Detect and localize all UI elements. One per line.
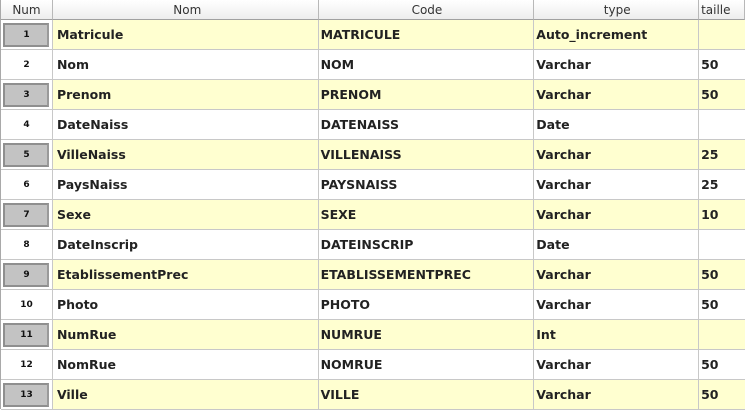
row-header-cell[interactable]: 6 — [1, 170, 53, 200]
row-header-cell[interactable]: 13 — [1, 380, 53, 410]
column-header-code[interactable]: Code — [318, 0, 535, 20]
cell-taille[interactable]: 50 — [699, 380, 745, 410]
row-header-cell[interactable]: 3 — [1, 80, 53, 110]
cell-type[interactable]: Varchar — [534, 170, 700, 200]
cell-code[interactable]: PAYSNAISS — [318, 170, 535, 200]
cell-code[interactable]: VILLE — [318, 380, 535, 410]
row-header-cell[interactable]: 9 — [1, 260, 53, 290]
table-header-row: Num Nom Code type taille — [1, 0, 745, 20]
cell-nom[interactable]: Photo — [52, 290, 319, 320]
cell-taille[interactable]: 50 — [699, 50, 745, 80]
cell-type[interactable]: Auto_increment — [534, 20, 700, 50]
row-header-number: 8 — [3, 232, 50, 257]
cell-code[interactable]: ETABLISSEMENTPREC — [318, 260, 535, 290]
cell-taille[interactable]: 25 — [699, 170, 745, 200]
cell-code[interactable]: NOMRUE — [318, 350, 535, 380]
table-row[interactable]: 8 DateInscrip DATEINSCRIP Date — [1, 230, 745, 260]
row-header-cell[interactable]: 7 — [1, 200, 53, 230]
cell-type[interactable]: Date — [534, 230, 700, 260]
cell-nom[interactable]: Prenom — [52, 80, 319, 110]
cell-type[interactable]: Varchar — [534, 350, 700, 380]
cell-nom[interactable]: Ville — [52, 380, 319, 410]
cell-type[interactable]: Varchar — [534, 140, 700, 170]
column-header-num[interactable]: Num — [1, 0, 53, 20]
table-row[interactable]: 12 NomRue NOMRUE Varchar 50 — [1, 350, 745, 380]
cell-nom[interactable]: Sexe — [52, 200, 319, 230]
table-row[interactable]: 5 VilleNaiss VILLENAISS Varchar 25 — [1, 140, 745, 170]
table-row[interactable]: 7 Sexe SEXE Varchar 10 — [1, 200, 745, 230]
cell-taille[interactable]: 25 — [699, 140, 745, 170]
row-header-cell[interactable]: 11 — [1, 320, 53, 350]
cell-code[interactable]: DATEINSCRIP — [318, 230, 535, 260]
table-row[interactable]: 4 DateNaiss DATENAISS Date — [1, 110, 745, 140]
attribute-table: Num Nom Code type taille 1 Matricule MATRI… — [0, 0, 745, 410]
table-body: 1 Matricule MATRICULE Auto_increment 2 Nom NOM… — [1, 20, 745, 410]
cell-nom[interactable]: DateNaiss — [52, 110, 319, 140]
cell-type[interactable]: Date — [534, 110, 700, 140]
cell-code[interactable]: DATENAISS — [318, 110, 535, 140]
cell-type[interactable]: Varchar — [534, 380, 700, 410]
cell-nom[interactable]: NumRue — [52, 320, 319, 350]
row-header-number: 12 — [3, 352, 50, 377]
cell-type[interactable]: Varchar — [534, 50, 700, 80]
cell-nom[interactable]: NomRue — [52, 350, 319, 380]
row-header-number: 6 — [3, 172, 50, 197]
cell-code[interactable]: SEXE — [318, 200, 535, 230]
cell-taille[interactable]: 50 — [699, 260, 745, 290]
row-header-cell[interactable]: 1 — [1, 20, 53, 50]
cell-code[interactable]: PRENOM — [318, 80, 535, 110]
cell-nom[interactable]: Nom — [52, 50, 319, 80]
cell-type[interactable]: Int — [534, 320, 700, 350]
cell-nom[interactable]: PaysNaiss — [52, 170, 319, 200]
row-header-number: 2 — [3, 52, 50, 77]
cell-type[interactable]: Varchar — [534, 80, 700, 110]
row-header-cell[interactable]: 4 — [1, 110, 53, 140]
row-header-cell[interactable]: 10 — [1, 290, 53, 320]
cell-code[interactable]: NUMRUE — [318, 320, 535, 350]
cell-nom[interactable]: Matricule — [52, 20, 319, 50]
column-header-nom[interactable]: Nom — [52, 0, 319, 20]
row-header-number: 13 — [3, 382, 50, 407]
row-header-number: 4 — [3, 112, 50, 137]
row-header-number: 9 — [3, 262, 50, 287]
row-header-cell[interactable]: 2 — [1, 50, 53, 80]
cell-taille[interactable] — [699, 110, 745, 140]
cell-taille[interactable] — [699, 230, 745, 260]
table-row[interactable]: 2 Nom NOM Varchar 50 — [1, 50, 745, 80]
cell-code[interactable]: PHOTO — [318, 290, 535, 320]
cell-code[interactable]: MATRICULE — [318, 20, 535, 50]
row-header-number: 1 — [3, 22, 50, 47]
row-header-cell[interactable]: 5 — [1, 140, 53, 170]
row-header-cell[interactable]: 8 — [1, 230, 53, 260]
cell-taille[interactable]: 50 — [699, 80, 745, 110]
column-header-taille[interactable]: taille — [699, 0, 745, 20]
cell-taille[interactable]: 10 — [699, 200, 745, 230]
cell-code[interactable]: NOM — [318, 50, 535, 80]
cell-type[interactable]: Varchar — [534, 260, 700, 290]
cell-taille[interactable]: 50 — [699, 290, 745, 320]
table-row[interactable]: 11 NumRue NUMRUE Int — [1, 320, 745, 350]
table-row[interactable]: 1 Matricule MATRICULE Auto_increment — [1, 20, 745, 50]
row-header-number: 3 — [3, 82, 50, 107]
cell-nom[interactable]: VilleNaiss — [52, 140, 319, 170]
cell-nom[interactable]: DateInscrip — [52, 230, 319, 260]
table-row[interactable]: 3 Prenom PRENOM Varchar 50 — [1, 80, 745, 110]
cell-type[interactable]: Varchar — [534, 290, 700, 320]
table-row[interactable]: 13 Ville VILLE Varchar 50 — [1, 380, 745, 410]
cell-taille[interactable] — [699, 320, 745, 350]
cell-taille[interactable]: 50 — [699, 350, 745, 380]
column-header-type[interactable]: type — [534, 0, 700, 20]
table-row[interactable]: 9 EtablissementPrec ETABLISSEMENTPREC Varch… — [1, 260, 745, 290]
row-header-cell[interactable]: 12 — [1, 350, 53, 380]
row-header-number: 7 — [3, 202, 50, 227]
cell-nom[interactable]: EtablissementPrec — [52, 260, 319, 290]
cell-type[interactable]: Varchar — [534, 200, 700, 230]
cell-code[interactable]: VILLENAISS — [318, 140, 535, 170]
table-row[interactable]: 10 Photo PHOTO Varchar 50 — [1, 290, 745, 320]
cell-taille[interactable] — [699, 20, 745, 50]
table-row[interactable]: 6 PaysNaiss PAYSNAISS Varchar 25 — [1, 170, 745, 200]
row-header-number: 11 — [3, 322, 50, 347]
row-header-number: 10 — [3, 292, 50, 317]
row-header-number: 5 — [3, 142, 50, 167]
